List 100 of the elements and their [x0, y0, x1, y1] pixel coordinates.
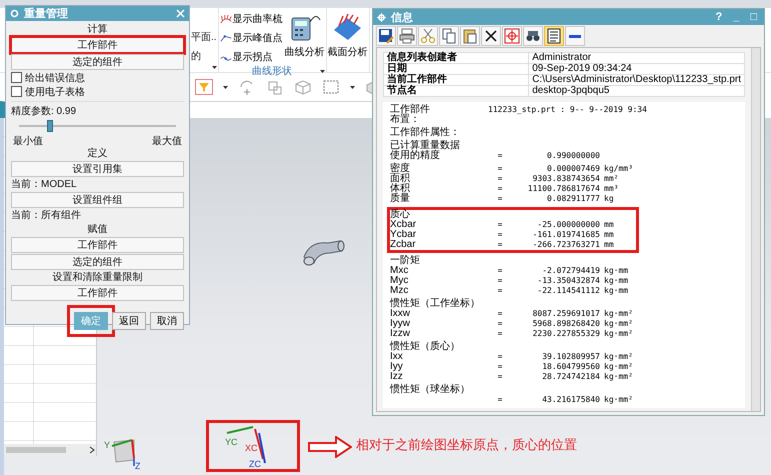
dialog-button[interactable]: 工作部件 — [11, 237, 184, 253]
caret-icon — [223, 86, 228, 88]
report-value: -13.350432874 — [536, 276, 600, 286]
report-unit: kg·mm² — [603, 372, 633, 382]
peak-point-icon — [220, 33, 232, 43]
ribbon-button[interactable]: 显示峰值点 — [220, 31, 283, 45]
report-value: 8087.259691017 — [532, 309, 600, 319]
toolbar-button[interactable] — [565, 26, 585, 46]
axis-label: Z — [135, 461, 140, 470]
table-cell: 日期 — [384, 64, 529, 74]
report-equals: = — [496, 276, 504, 286]
toolbar-button[interactable] — [376, 26, 396, 46]
toolbar-button[interactable] — [544, 26, 564, 46]
axis-label: XC — [245, 443, 258, 453]
ribbon-item[interactable]: 的 — [191, 49, 217, 63]
caret-icon — [212, 66, 217, 69]
report-equals: = — [496, 240, 504, 250]
close-button[interactable] — [176, 9, 185, 18]
group-label: 曲线形状 — [252, 64, 292, 78]
report-unit: kg·mm² — [603, 319, 633, 329]
report-equals: = — [496, 220, 504, 230]
view-triad-drawing[interactable] — [112, 439, 135, 466]
report-equals: = — [496, 184, 504, 194]
checkbox[interactable] — [11, 72, 22, 83]
report-value: -266.723763271 — [532, 240, 600, 250]
ribbon-large-button[interactable]: 截面分析 — [328, 12, 368, 59]
report-label: Iyy — [390, 362, 404, 372]
report-value: 0.000007469 — [546, 164, 600, 174]
report-label: Mxc — [390, 266, 410, 276]
report-heading: 惯性矩（质心） — [390, 342, 460, 352]
axis-label: Y — [104, 440, 110, 450]
slider-max-label: 最大值 — [152, 134, 182, 146]
dialog-button[interactable]: 取消 — [150, 312, 184, 330]
table-cell: Administrator — [528, 52, 744, 64]
crosshair-icon — [504, 28, 520, 44]
paste-icon — [462, 28, 478, 44]
table-cell: 当前工作部件 — [384, 74, 529, 86]
dialog-button[interactable]: 工作部件 — [11, 285, 184, 301]
report-label: 工作部件 — [390, 105, 431, 115]
section-heading: 计算 — [86, 23, 108, 36]
list-icon — [546, 28, 562, 44]
dialog-button[interactable]: 选定的组件 — [11, 54, 184, 70]
scroll-right-icon — [88, 446, 96, 454]
report-equals: = — [496, 194, 504, 204]
table-cell: C:\Users\Administrator\Desktop\112233_stp.prt — [528, 74, 744, 86]
dotted-box-icon — [322, 79, 340, 95]
report-label: Iyyw — [390, 319, 411, 329]
report-unit: kg·mm — [603, 266, 628, 276]
report-equals: = — [496, 286, 504, 296]
report-equals: = — [496, 395, 504, 405]
report-unit: kg·mm — [603, 276, 628, 286]
horizontal-scrollbar[interactable] — [4, 444, 96, 456]
report-equals: = — [496, 230, 504, 240]
slider-track[interactable] — [19, 118, 176, 134]
report-label: 使用的精度 — [390, 151, 441, 161]
toolbar-button[interactable] — [523, 26, 543, 46]
report-label: Mzc — [390, 286, 410, 296]
table-cell: desktop-3pqbqu5 — [528, 86, 744, 96]
dialog-button[interactable]: 返回 — [112, 312, 146, 330]
caret-icon — [320, 70, 325, 72]
report-value: -161.019741685 — [532, 230, 600, 240]
report-value: 0.082911777 — [546, 194, 600, 204]
toolbar-button[interactable] — [481, 26, 501, 46]
report-heading: 一阶矩 — [390, 256, 420, 266]
ribbon-button[interactable]: 显示曲率梳 — [220, 12, 283, 26]
slider-min-label: 最小值 — [13, 134, 43, 146]
report-unit: mm³ — [603, 184, 618, 194]
cube-icon — [294, 79, 312, 95]
report-unit: kg·mm² — [603, 352, 633, 362]
dialog-button[interactable]: 设置组件组 — [11, 192, 184, 208]
report-value: 112233_stp.prt : 9-- 9--2019 9:34 — [488, 105, 647, 115]
dialog-button[interactable]: 工作部件 — [11, 37, 184, 53]
slider-thumb[interactable] — [47, 120, 54, 132]
report-label: 密度 — [390, 164, 411, 174]
section-heading: 定义 — [86, 147, 108, 160]
report-label: Xcbar — [390, 220, 418, 230]
report-heading: 质心 — [390, 210, 410, 220]
minus-icon — [569, 34, 581, 38]
ribbon-item[interactable]: 平面.. — [191, 30, 217, 44]
report-label: Izz — [390, 372, 404, 382]
report-heading: 惯性矩（球坐标） — [390, 385, 470, 395]
curvature-comb-icon — [220, 14, 232, 24]
report-value: -2.072794419 — [541, 266, 600, 276]
checkbox[interactable] — [11, 86, 22, 97]
section-heading: 设置和清除重量限制 — [52, 271, 144, 284]
report-equals: = — [496, 309, 504, 319]
report-unit: mm — [603, 240, 614, 250]
report-equals: = — [496, 151, 504, 161]
vertical-scrollbar[interactable] — [751, 48, 760, 411]
ribbon-large-button[interactable]: 曲线分析 — [284, 12, 325, 59]
report-label: Ixxw — [390, 309, 411, 319]
report-label: 体积 — [390, 184, 411, 194]
dialog-title: 重量管理 — [24, 6, 69, 21]
dialog-button[interactable]: 设置引用集 — [11, 161, 184, 177]
ribbon-button[interactable]: 显示拐点 — [220, 50, 283, 64]
table-cell: 节点名 — [384, 86, 529, 96]
close-icon — [176, 9, 185, 18]
report-equals: = — [496, 372, 504, 382]
dialog-button[interactable]: 选定的组件 — [11, 254, 184, 270]
checkbox-label: 给出错误信息 — [25, 72, 85, 84]
